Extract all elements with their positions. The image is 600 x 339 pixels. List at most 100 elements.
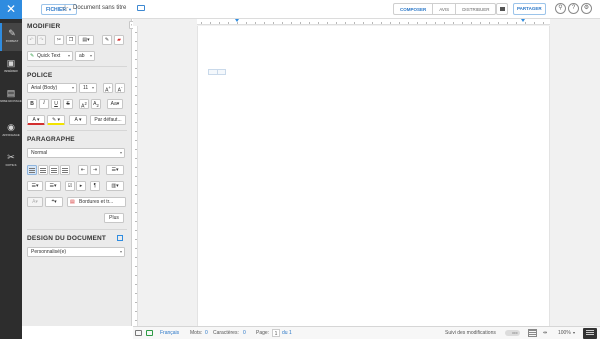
align-right-icon[interactable] [49, 165, 59, 175]
close-icon[interactable]: ✕ [0, 0, 22, 19]
decrease-indent-icon[interactable]: ⇤ [78, 165, 88, 175]
zoom-dropdown-icon[interactable]: ▾ [573, 327, 575, 339]
align-center-icon[interactable] [38, 165, 48, 175]
shrink-font-icon[interactable]: A- [115, 83, 125, 94]
pilcrow-icon[interactable]: ¶ [90, 181, 100, 191]
ruler-tick [201, 22, 202, 24]
ruler-tick [135, 257, 137, 258]
rail-item-layout[interactable]: ▤ MISE EN PAGE [0, 83, 22, 111]
ruler-tick [135, 68, 137, 69]
bold-icon[interactable]: B [27, 99, 37, 109]
borders-shading-button[interactable]: ▤ Bordures et tr... [67, 197, 126, 207]
paragraph-style-select[interactable]: Normal ▾ [27, 148, 125, 158]
settings-icon[interactable]: ⚙ [581, 3, 592, 14]
ruler-tick [453, 22, 454, 24]
spell-check-dropdown[interactable]: ab ▾ [75, 51, 95, 61]
present-icon[interactable] [496, 3, 508, 15]
ruler-tick [135, 86, 137, 87]
grow-font-icon[interactable]: A+ [103, 83, 113, 94]
ruler-tick [516, 22, 517, 24]
horizontal-ruler[interactable] [197, 19, 550, 25]
ruler-tick [372, 22, 373, 24]
rail-item-format[interactable]: ✎ FORMAT [0, 23, 22, 51]
rail-item-view[interactable]: ◉ AFFICHAGE [0, 117, 22, 145]
zoom-select[interactable]: 100% [558, 327, 571, 339]
external-link-icon[interactable] [117, 235, 123, 241]
italic-icon[interactable]: I [39, 99, 49, 109]
ruler-tick [135, 131, 137, 132]
help-icon[interactable]: ? [568, 3, 579, 14]
ruler-tick [489, 22, 490, 24]
spellcheck-status-icon[interactable] [146, 330, 153, 336]
paste-icon[interactable]: ▤▾ [78, 35, 94, 45]
justify-icon[interactable] [60, 165, 70, 175]
ruler-tick [363, 22, 364, 24]
ruler-tick [135, 140, 137, 141]
font-color-icon[interactable]: A ▾ [27, 115, 45, 125]
document-title[interactable]: Document sans titre [73, 5, 126, 11]
document-design-select[interactable]: Personnalisé(e) ▾ [27, 247, 125, 257]
ruler-tick [534, 22, 535, 24]
underline-icon[interactable]: U [51, 99, 61, 109]
share-button[interactable]: PARTAGER [513, 3, 546, 15]
quick-text-dropdown[interactable]: ✎ Quick Text ▾ [27, 51, 73, 61]
default-font-button[interactable]: Par défaut... [90, 115, 126, 125]
superscript-icon[interactable]: A2 [79, 99, 89, 110]
cut-icon[interactable]: ✂ [54, 35, 64, 45]
strikethrough-icon[interactable]: S [63, 99, 73, 109]
track-changes-toggle[interactable]: OFF [505, 330, 520, 336]
ruler-tick [135, 293, 137, 294]
tab-distribute[interactable]: DISTRIBUER [456, 4, 495, 14]
columns-icon[interactable]: ▥▾ [106, 181, 124, 191]
ruler-tick [135, 203, 137, 204]
page-layout-icon: ▤ [6, 88, 16, 98]
font-family-select[interactable]: Arial (Body) ▾ [27, 83, 77, 93]
format-painter-icon[interactable]: ✎ [102, 35, 112, 45]
drop-cap-icon[interactable]: A▾ [27, 197, 43, 207]
ruler-tick [135, 185, 137, 186]
ruler-tick [435, 22, 436, 24]
list-outline-icon[interactable]: ▸ [76, 181, 86, 191]
ruler-tick [471, 22, 472, 24]
top-bar: ✕ FICHIER ▼ ☆ Document sans titre COMPOSE… [0, 0, 600, 19]
copy-icon[interactable]: ❐ [66, 35, 76, 45]
fit-width-icon[interactable]: ⇹ [543, 327, 547, 339]
rail-item-insert[interactable]: ▣ INSÉRER [0, 53, 22, 81]
font-size-select[interactable]: 11 ▾ [79, 83, 97, 93]
file-menu-button[interactable]: FICHIER ▼ [41, 4, 77, 15]
more-button[interactable]: Plus [104, 213, 124, 223]
ruler-tick [135, 239, 137, 240]
ruler-tick [390, 22, 391, 24]
text-effects-icon[interactable]: A ▾ [69, 115, 87, 125]
increase-indent-icon[interactable]: ⇥ [90, 165, 100, 175]
ruler-toggle-icon[interactable] [528, 329, 537, 337]
star-icon[interactable]: ☆ [61, 3, 69, 14]
language-selector[interactable]: Français [160, 327, 179, 339]
highlight-icon[interactable]: ✎ ▾ [47, 115, 65, 125]
eraser-icon[interactable]: ▰ [114, 35, 124, 45]
tab-compose[interactable]: COMPOSER [394, 4, 434, 14]
subscript-icon[interactable]: A2 [91, 99, 101, 109]
page-number-input[interactable]: 1 [272, 329, 280, 337]
rail-footer [0, 326, 22, 339]
undo-icon[interactable]: ↶ [27, 35, 36, 45]
folder-icon[interactable] [137, 5, 145, 11]
bullet-list-icon[interactable]: ☰▾ [27, 181, 43, 191]
rail-item-tools[interactable]: ✂ OUTILS [0, 147, 22, 175]
redo-icon[interactable]: ↷ [37, 35, 46, 45]
view-mode-icon[interactable] [583, 328, 597, 339]
align-left-icon[interactable] [27, 165, 37, 175]
numbered-list-icon[interactable]: ☰▾ [45, 181, 61, 191]
line-spacing-icon[interactable]: ☰▾ [106, 165, 124, 175]
eye-icon: ◉ [7, 122, 15, 132]
spell-check-icon: ab [79, 53, 85, 59]
tab-review[interactable]: AVIS [433, 4, 457, 14]
change-case-icon[interactable]: Aa▾ [107, 99, 123, 109]
ruler-tick [135, 194, 137, 195]
word-count-label: Mots: [190, 330, 203, 336]
quote-icon[interactable]: ❝▾ [45, 197, 63, 207]
search-icon[interactable]: ⚲ [555, 3, 566, 14]
comment-icon[interactable] [135, 330, 142, 336]
document-page[interactable] [197, 26, 550, 326]
checklist-icon[interactable]: ☑ [65, 181, 75, 191]
